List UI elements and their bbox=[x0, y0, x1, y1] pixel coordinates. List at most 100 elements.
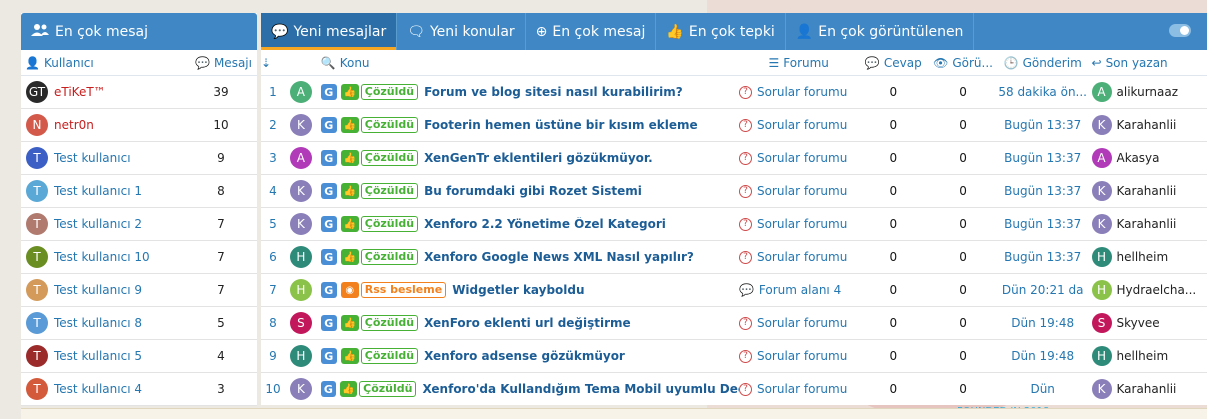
poster-name[interactable]: Test kullanıcı 4 bbox=[48, 382, 196, 396]
last-poster-name[interactable]: Skyvee bbox=[1117, 316, 1160, 330]
prefix-badge[interactable]: Çözüldü bbox=[360, 117, 419, 133]
avatar[interactable]: T bbox=[26, 279, 48, 301]
last-poster-avatar[interactable]: A bbox=[1091, 82, 1112, 102]
col-cevap[interactable]: Cevap bbox=[884, 56, 922, 70]
prefix-badge[interactable]: Rss besleme bbox=[360, 282, 447, 298]
thread-title[interactable]: Bu forumdaki gibi Rozet Sistemi bbox=[424, 184, 642, 198]
poster-name[interactable]: netr0n bbox=[48, 118, 196, 132]
avatar[interactable]: H bbox=[289, 345, 312, 367]
col-user-header[interactable]: Kullanıcı bbox=[44, 56, 94, 70]
poster-name[interactable]: eTiKeT™ bbox=[48, 85, 196, 99]
last-poster-avatar[interactable]: K bbox=[1091, 181, 1112, 201]
last-poster-avatar[interactable]: K bbox=[1091, 379, 1112, 399]
prefix-badge[interactable]: Çözüldü bbox=[360, 315, 419, 331]
poster-name[interactable]: Test kullanıcı 5 bbox=[48, 349, 196, 363]
last-poster-name[interactable]: Karahanlii bbox=[1117, 217, 1177, 231]
tab-comments[interactable]: 🗨 Yeni konular bbox=[397, 13, 526, 50]
thread-title[interactable]: Xenforo adsense gözükmüyor bbox=[424, 349, 625, 363]
forum-link[interactable]: Sorular forumu bbox=[757, 85, 847, 99]
forum-link[interactable]: Sorular forumu bbox=[757, 151, 847, 165]
post-date[interactable]: Bugün 13:37 bbox=[998, 118, 1088, 132]
thread-title[interactable]: Widgetler kayboldu bbox=[452, 283, 584, 297]
avatar[interactable]: K bbox=[289, 378, 312, 400]
tab-speech-bubble[interactable]: 💬 Yeni mesajlar bbox=[261, 13, 398, 50]
toggle-switch[interactable] bbox=[1169, 24, 1191, 37]
last-poster-avatar[interactable]: A bbox=[1091, 148, 1112, 168]
col-konu[interactable]: Konu bbox=[340, 56, 370, 70]
prefix-badge[interactable]: Çözüldü bbox=[360, 348, 419, 364]
poster-name[interactable]: Test kullanıcı 9 bbox=[48, 283, 196, 297]
last-poster-name[interactable]: hellheim bbox=[1117, 349, 1169, 363]
avatar[interactable]: T bbox=[26, 180, 48, 202]
last-poster-name[interactable]: alikurnaaz bbox=[1117, 85, 1179, 99]
post-date[interactable]: Dün 19:48 bbox=[998, 316, 1088, 330]
post-date[interactable]: Bugün 13:37 bbox=[998, 217, 1088, 231]
avatar[interactable]: T bbox=[26, 378, 48, 400]
last-poster-name[interactable]: Hydraelcha... bbox=[1117, 283, 1197, 297]
poster-name[interactable]: Test kullanıcı 10 bbox=[48, 250, 196, 264]
thread-title[interactable]: Xenforo 2.2 Yönetime Özel Kategori bbox=[424, 217, 666, 231]
poster-name[interactable]: Test kullanıcı 8 bbox=[48, 316, 196, 330]
prefix-badge[interactable]: Çözüldü bbox=[360, 183, 419, 199]
forum-link[interactable]: Sorular forumu bbox=[757, 316, 847, 330]
last-poster-avatar[interactable]: H bbox=[1091, 247, 1112, 267]
last-poster-name[interactable]: Akasya bbox=[1117, 151, 1160, 165]
poster-name[interactable]: Test kullanıcı 2 bbox=[48, 217, 196, 231]
prefix-badge[interactable]: Çözüldü bbox=[360, 150, 419, 166]
forum-link[interactable]: Sorular forumu bbox=[757, 250, 847, 264]
post-date[interactable]: Bugün 13:37 bbox=[998, 151, 1088, 165]
forum-link[interactable]: Sorular forumu bbox=[757, 184, 847, 198]
last-poster-avatar[interactable]: K bbox=[1091, 115, 1112, 135]
tab-plus-bubble[interactable]: ⊕ En çok mesaj bbox=[526, 13, 657, 50]
avatar[interactable]: H bbox=[289, 279, 312, 301]
avatar[interactable]: H bbox=[289, 246, 312, 268]
tab-person[interactable]: 👤 En çok görüntülenen bbox=[786, 13, 975, 50]
post-date[interactable]: Dün 19:48 bbox=[998, 349, 1088, 363]
forum-link[interactable]: Forum alanı 4 bbox=[759, 283, 841, 297]
avatar[interactable]: T bbox=[26, 345, 48, 367]
last-poster-name[interactable]: hellheim bbox=[1117, 250, 1169, 264]
last-poster-name[interactable]: Karahanlii bbox=[1117, 118, 1177, 132]
avatar[interactable]: GT bbox=[26, 81, 48, 103]
thread-title[interactable]: Xenforo'da Kullandığım Tema Mobil uyumlu… bbox=[422, 382, 738, 396]
tab-thumbs-up[interactable]: 👍 En çok tepki bbox=[656, 13, 786, 50]
post-date[interactable]: Bugün 13:37 bbox=[998, 184, 1088, 198]
avatar[interactable]: N bbox=[26, 114, 48, 136]
col-forum[interactable]: Forumu bbox=[783, 56, 829, 70]
thread-title[interactable]: XenGenTr eklentileri gözükmüyor. bbox=[424, 151, 653, 165]
avatar[interactable]: T bbox=[26, 213, 48, 235]
avatar[interactable]: A bbox=[289, 81, 312, 103]
poster-name[interactable]: Test kullanıcı 1 bbox=[48, 184, 196, 198]
prefix-badge[interactable]: Çözüldü bbox=[359, 381, 417, 397]
avatar[interactable]: K bbox=[289, 213, 312, 235]
last-poster-avatar[interactable]: H bbox=[1091, 346, 1112, 366]
poster-name[interactable]: Test kullanıcı bbox=[48, 151, 196, 165]
post-date[interactable]: 58 dakika ön... bbox=[998, 85, 1088, 99]
last-poster-avatar[interactable]: H bbox=[1091, 280, 1112, 300]
post-date[interactable]: Dün 20:21 da bbox=[998, 283, 1088, 297]
last-poster-avatar[interactable]: K bbox=[1091, 214, 1112, 234]
last-poster-name[interactable]: Karahanlii bbox=[1117, 382, 1177, 396]
forum-link[interactable]: Sorular forumu bbox=[757, 349, 847, 363]
forum-link[interactable]: Sorular forumu bbox=[757, 382, 847, 396]
last-poster-avatar[interactable]: S bbox=[1091, 313, 1112, 333]
avatar[interactable]: K bbox=[289, 180, 312, 202]
col-views[interactable]: Görü... bbox=[952, 56, 993, 70]
col-messages-header[interactable]: Mesajı bbox=[214, 56, 252, 70]
forum-link[interactable]: Sorular forumu bbox=[757, 118, 847, 132]
avatar[interactable]: K bbox=[289, 114, 312, 136]
prefix-badge[interactable]: Çözüldü bbox=[360, 216, 419, 232]
prefix-badge[interactable]: Çözüldü bbox=[360, 249, 419, 265]
col-date[interactable]: Gönderim bbox=[1023, 56, 1082, 70]
avatar[interactable]: A bbox=[289, 147, 312, 169]
post-date[interactable]: Bugün 13:37 bbox=[998, 250, 1088, 264]
thread-title[interactable]: Forum ve blog sitesi nasıl kurabilirim? bbox=[424, 85, 683, 99]
thread-title[interactable]: Xenforo Google News XML Nasıl yapılır? bbox=[424, 250, 694, 264]
forum-link[interactable]: Sorular forumu bbox=[757, 217, 847, 231]
thread-title[interactable]: Footerin hemen üstüne bir kısım ekleme bbox=[424, 118, 698, 132]
avatar[interactable]: T bbox=[26, 312, 48, 334]
col-last-poster[interactable]: Son yazan bbox=[1106, 56, 1168, 70]
avatar[interactable]: S bbox=[289, 312, 312, 334]
thread-title[interactable]: XenForo eklenti url değiştirme bbox=[424, 316, 631, 330]
sort-icon[interactable]: ⇣ bbox=[261, 56, 285, 70]
